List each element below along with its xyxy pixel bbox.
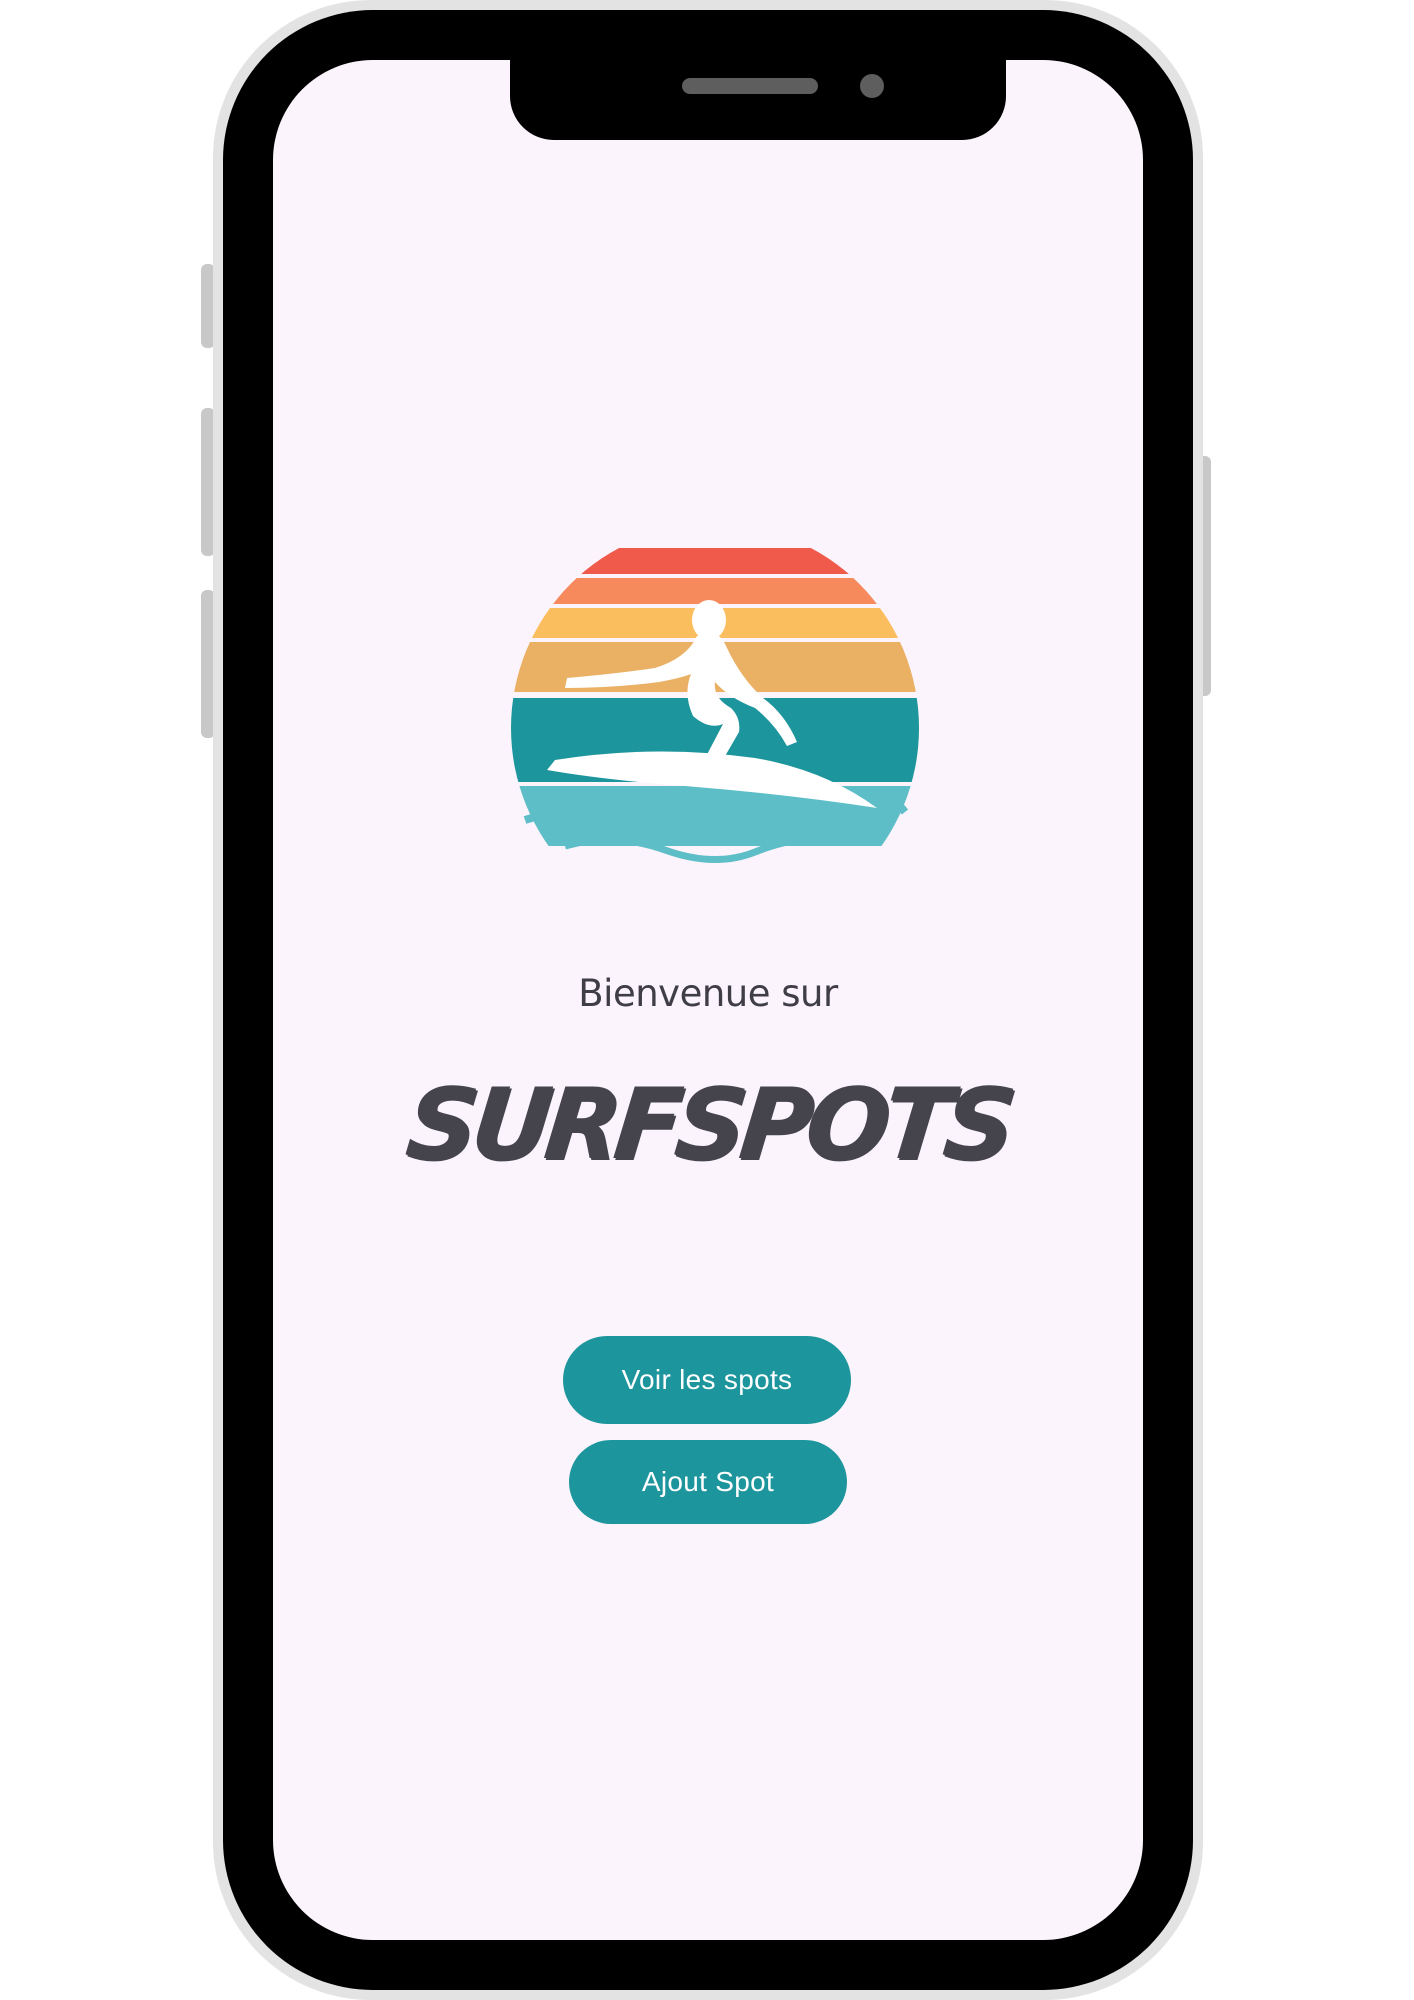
device-frame-mockup: Bienvenue sur SURFSPOTS Voir les spots A… [0,0,1414,2000]
app-brand-title: SURFSPOTS [401,1068,1015,1182]
phone-bezel: Bienvenue sur SURFSPOTS Voir les spots A… [223,10,1193,1990]
speaker-grille [682,78,818,94]
surfer-sunset-logo-icon [511,548,919,863]
front-camera [860,74,884,98]
welcome-text: Bienvenue sur [578,972,838,1015]
view-spots-button[interactable]: Voir les spots [563,1336,851,1424]
notch [510,60,1006,140]
app-screen: Bienvenue sur SURFSPOTS Voir les spots A… [273,60,1143,1940]
phone-body: Bienvenue sur SURFSPOTS Voir les spots A… [213,0,1203,2000]
add-spot-button[interactable]: Ajout Spot [569,1440,847,1524]
